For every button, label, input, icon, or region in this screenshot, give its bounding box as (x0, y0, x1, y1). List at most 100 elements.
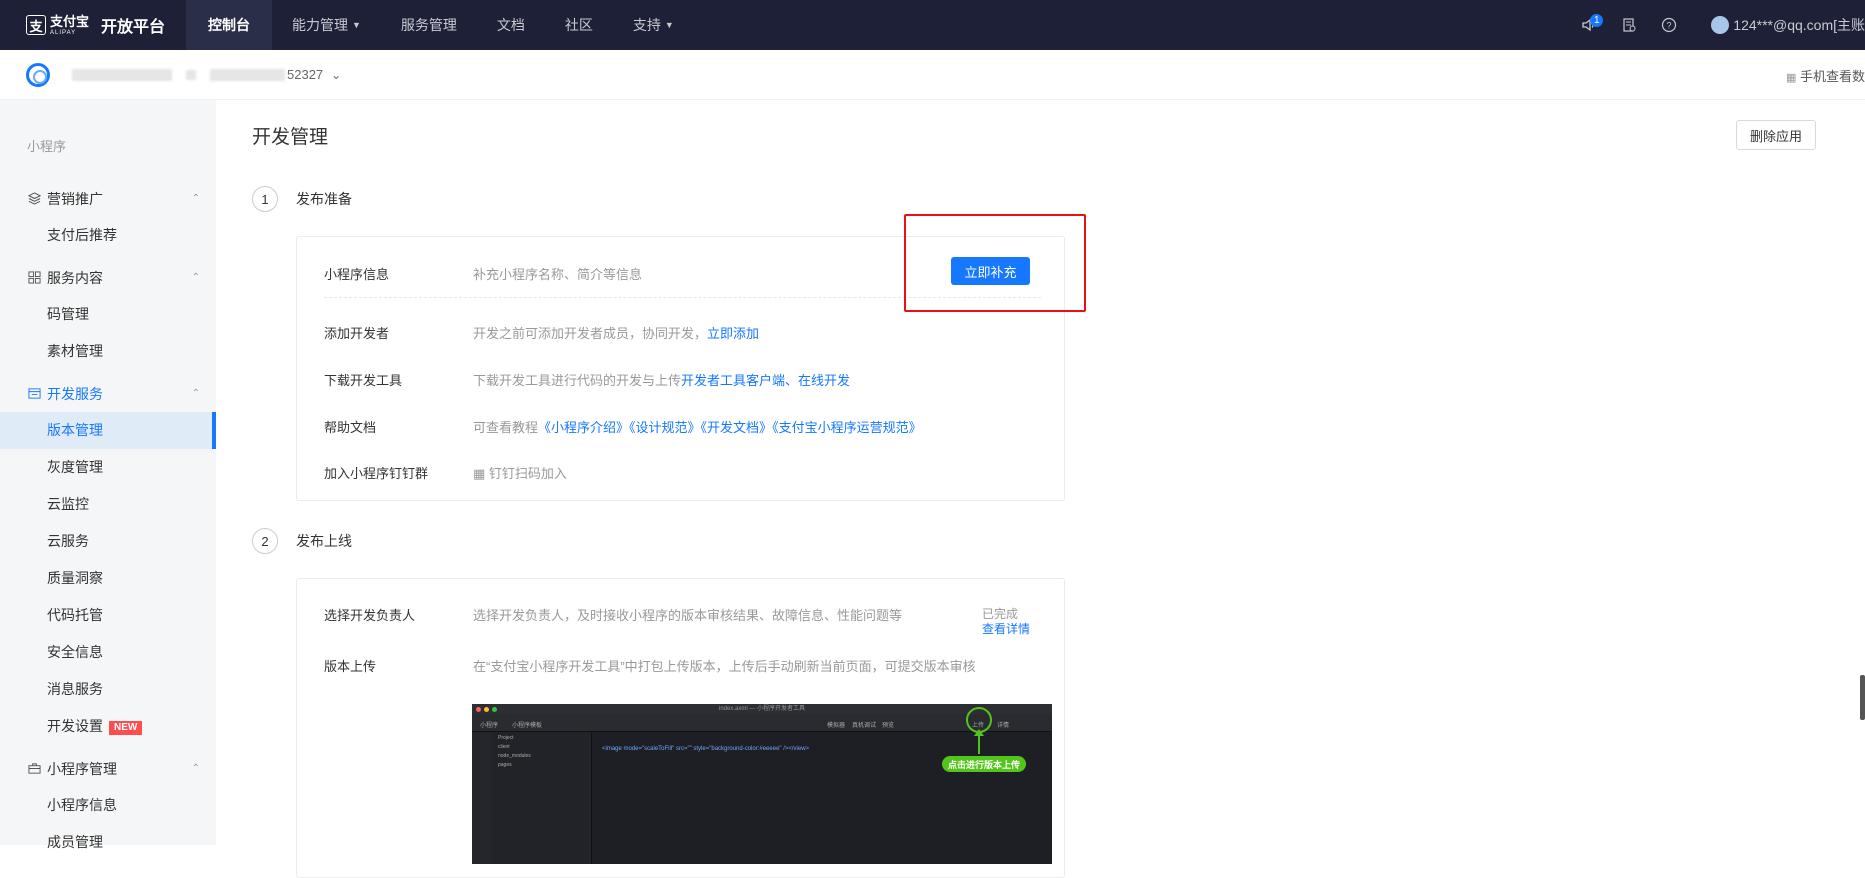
chevron-up-icon: ⌃ (191, 193, 200, 204)
sidebar-item-label: 代码托管 (47, 607, 103, 623)
sidebar-item-2-3[interactable]: 云服务 (0, 523, 216, 560)
help-button[interactable]: ? (1649, 0, 1689, 50)
sidebar-item-label: 版本管理 (47, 422, 103, 438)
caret-down-icon: ▼ (352, 20, 361, 30)
layers-icon (27, 192, 41, 206)
notification-button[interactable]: 1 (1569, 0, 1609, 50)
sidebar-group-2[interactable]: 开发服务 ⌃ (0, 375, 216, 412)
sidebar-group-label: 小程序管理 (47, 760, 117, 777)
nav-item-2[interactable]: 服务管理 (381, 0, 477, 50)
sidebar-item-2-1[interactable]: 灰度管理 (0, 449, 216, 486)
sidebar-item-2-7[interactable]: 消息服务 (0, 671, 216, 708)
svg-text:?: ? (1667, 21, 1672, 31)
app-id: 52327 (287, 67, 324, 82)
sidebar-item-1-1[interactable]: 素材管理 (0, 333, 216, 370)
nav-menu: 控制台 能力管理 ▼ 服务管理 文档 社区 支持 ▼ (186, 0, 694, 50)
status-badge: 已完成 (982, 607, 1019, 621)
nav-item-0[interactable]: 控制台 (186, 0, 272, 50)
ide-simulator: 模拟器 (827, 723, 846, 729)
ide-details: 详情 (997, 723, 1010, 729)
step-number: 2 (252, 528, 278, 554)
row-desc: 在“支付宝小程序开发工具”中打包上传版本，上传后手动刷新当前页面，可提交版本审核 (473, 659, 976, 674)
briefcase-icon (27, 762, 41, 776)
sidebar-group-label: 营销推广 (47, 190, 103, 207)
sidebar-item-label: 安全信息 (47, 644, 103, 660)
row-desc: 下载开发工具进行代码的开发与上传 (473, 373, 682, 388)
code-icon (27, 387, 41, 401)
sidebar-item-1-0[interactable]: 码管理 (0, 296, 216, 333)
mobile-view-link[interactable]: ▦ 手机查看数 (1786, 66, 1865, 85)
chevron-up-icon: ⌃ (191, 272, 200, 283)
tree-item: node_modules (498, 753, 531, 759)
ide-toolbar: 小程序 小程序模板 模拟器 真机调试 预览 上传 详情 (472, 714, 1052, 732)
sidebar-item-label: 小程序信息 (47, 797, 117, 813)
dingtalk-join-link[interactable]: ▦ 钉钉扫码加入 (473, 463, 567, 482)
nav-item-label: 能力管理 (292, 17, 348, 33)
sidebar-item-3-1[interactable]: 成员管理 (0, 824, 216, 861)
step-2: 2 发布上线 (252, 528, 352, 554)
delete-app-button[interactable]: 删除应用 (1736, 120, 1816, 150)
nav-item-5[interactable]: 支持 ▼ (613, 0, 694, 50)
app-logo-icon (26, 62, 50, 87)
sidebar-group-0[interactable]: 营销推广 ⌃ (0, 180, 216, 217)
doc-link-dev[interactable]: 《开发文档》 (701, 420, 773, 435)
top-nav: 支 支付宝 ALIPAY 开放平台 控制台 能力管理 ▼ 服务管理 文档 社区 支持 ▼ 1 … (0, 0, 1865, 50)
sidebar-item-0-0[interactable]: 支付后推荐 (0, 217, 216, 254)
row-label: 小程序信息 (324, 267, 390, 282)
nav-item-3[interactable]: 文档 (477, 0, 545, 50)
sidebar-item-2-5[interactable]: 代码托管 (0, 597, 216, 634)
nav-item-4[interactable]: 社区 (545, 0, 613, 50)
view-details-link[interactable]: 查看详情 (982, 622, 1030, 637)
online-dev-link[interactable]: 在线开发 (798, 373, 850, 388)
alipay-logo[interactable]: 支 支付宝 ALIPAY 开放平台 (0, 0, 186, 50)
qrcode-icon: ▦ (473, 466, 486, 481)
sidebar-title: 小程序 (27, 139, 67, 154)
dev-tool-client-link[interactable]: 开发者工具客户端 (681, 373, 785, 388)
tree-item: pages (498, 762, 512, 768)
scrollbar[interactable] (1860, 675, 1865, 720)
ide-project: 小程序模板 (512, 723, 543, 729)
redacted-block (186, 69, 196, 80)
tree-header: Project (498, 735, 514, 741)
new-badge: NEW (109, 721, 143, 735)
row-label: 选择开发负责人 (324, 608, 416, 623)
nav-item-label: 服务管理 (400, 17, 457, 33)
sidebar-item-2-8[interactable]: 开发设置 NEW (0, 708, 216, 745)
mobile-view-label: 手机查看数 (1799, 69, 1865, 84)
doc-link-ops[interactable]: 《支付宝小程序运营规范》 (772, 420, 922, 435)
add-developer-link[interactable]: 立即添加 (707, 326, 759, 341)
ide-activity-bar (472, 732, 492, 864)
qrcode-icon: ▦ (1785, 72, 1797, 84)
sidebar-item-3-0[interactable]: 小程序信息 (0, 787, 216, 824)
publish-online-card: 选择开发负责人 选择开发负责人，及时接收小程序的版本审核结果、故障信息、性能问题… (296, 578, 1065, 878)
order-button[interactable] (1609, 0, 1649, 50)
app-bar: 52327 ⌄ ▦ 手机查看数 (0, 50, 1865, 100)
sidebar-group-1[interactable]: 服务内容 ⌃ (0, 259, 216, 296)
sidebar-item-label: 质量洞察 (47, 570, 103, 586)
sidebar-item-2-0[interactable]: 版本管理 (0, 412, 216, 449)
redacted-block (210, 68, 285, 81)
brand-name: 支付宝 (50, 13, 90, 29)
sidebar-item-label: 支付后推荐 (47, 227, 117, 243)
nav-item-label: 支持 (632, 17, 661, 33)
sidebar-item-2-6[interactable]: 安全信息 (0, 634, 216, 671)
doc-link-intro[interactable]: 《小程序介绍》 (538, 420, 629, 435)
doc-link-design[interactable]: 《设计规范》 (629, 420, 701, 435)
sidebar-group-label: 开发服务 (47, 385, 103, 402)
help-icon: ? (1662, 17, 1677, 33)
sidebar-group-label: 服务内容 (47, 269, 103, 286)
sidebar-item-2-4[interactable]: 质量洞察 (0, 560, 216, 597)
grid-icon (27, 271, 41, 285)
sidebar-item-2-2[interactable]: 云监控 (0, 486, 216, 523)
sidebar-group-3[interactable]: 小程序管理 ⌃ (0, 750, 216, 787)
separator: 、 (785, 373, 799, 388)
row-desc: 可查看教程 (473, 420, 539, 435)
nav-item-label: 文档 (496, 17, 525, 33)
user-menu[interactable]: 124***@qq.com[主账 (1711, 15, 1865, 35)
caret-down-icon: ▼ (664, 20, 674, 30)
document-icon (1623, 18, 1636, 32)
sidebar-item-label: 码管理 (47, 306, 89, 322)
arrow-up-icon (974, 729, 984, 754)
app-switch-chevron-down-icon[interactable]: ⌄ (331, 68, 341, 82)
nav-item-1[interactable]: 能力管理 ▼ (272, 0, 381, 50)
